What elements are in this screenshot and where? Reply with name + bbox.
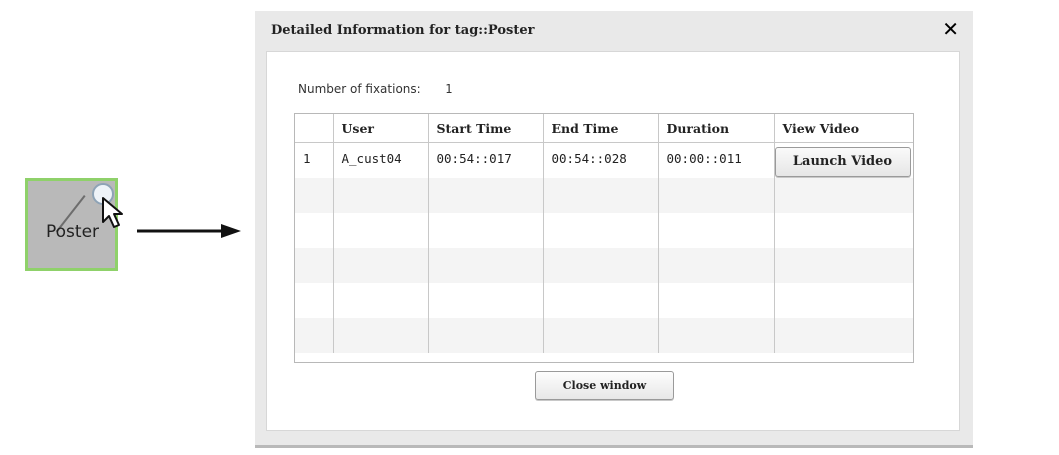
table-row[interactable]: 1 A_cust04 00:54::017 00:54::028 00:00::…	[295, 142, 913, 178]
close-window-button[interactable]: Close window	[535, 371, 674, 400]
launch-video-button[interactable]: Launch Video	[774, 147, 911, 177]
cell-duration: 00:00::011	[658, 142, 775, 178]
column-header-view-video: View Video	[774, 114, 913, 143]
table-header-row: User Start Time End Time Duration View V…	[295, 114, 913, 143]
fixations-table: User Start Time End Time Duration View V…	[294, 113, 914, 363]
fixations-summary: Number of fixations: 1	[298, 82, 452, 96]
cell-start-time: 00:54::017	[428, 142, 544, 178]
tag-label: Poster	[46, 222, 100, 242]
dialog-title: Detailed Information for tag::Poster	[271, 23, 535, 38]
column-header-index	[295, 114, 334, 143]
fixations-count: 1	[445, 82, 453, 96]
column-header-end-time[interactable]: End Time	[543, 114, 659, 143]
table-row-empty	[295, 282, 913, 318]
table-row-empty	[295, 177, 913, 213]
dialog-titlebar: Detailed Information for tag::Poster ✕	[255, 11, 973, 51]
mouse-cursor-icon	[102, 197, 123, 228]
cell-index: 1	[295, 142, 334, 178]
table-row-empty	[295, 247, 913, 283]
table-row-empty	[295, 212, 913, 248]
table-row-empty	[295, 317, 913, 353]
column-header-start-time[interactable]: Start Time	[428, 114, 544, 143]
close-icon[interactable]: ✕	[942, 19, 959, 39]
column-header-duration[interactable]: Duration	[658, 114, 775, 143]
fixations-label: Number of fixations:	[298, 82, 421, 96]
cell-end-time: 00:54::028	[543, 142, 659, 178]
column-header-user[interactable]: User	[333, 114, 429, 143]
cell-user: A_cust04	[333, 142, 429, 178]
cell-view-video: Launch Video	[774, 143, 913, 178]
arrow-right-icon	[137, 224, 241, 238]
